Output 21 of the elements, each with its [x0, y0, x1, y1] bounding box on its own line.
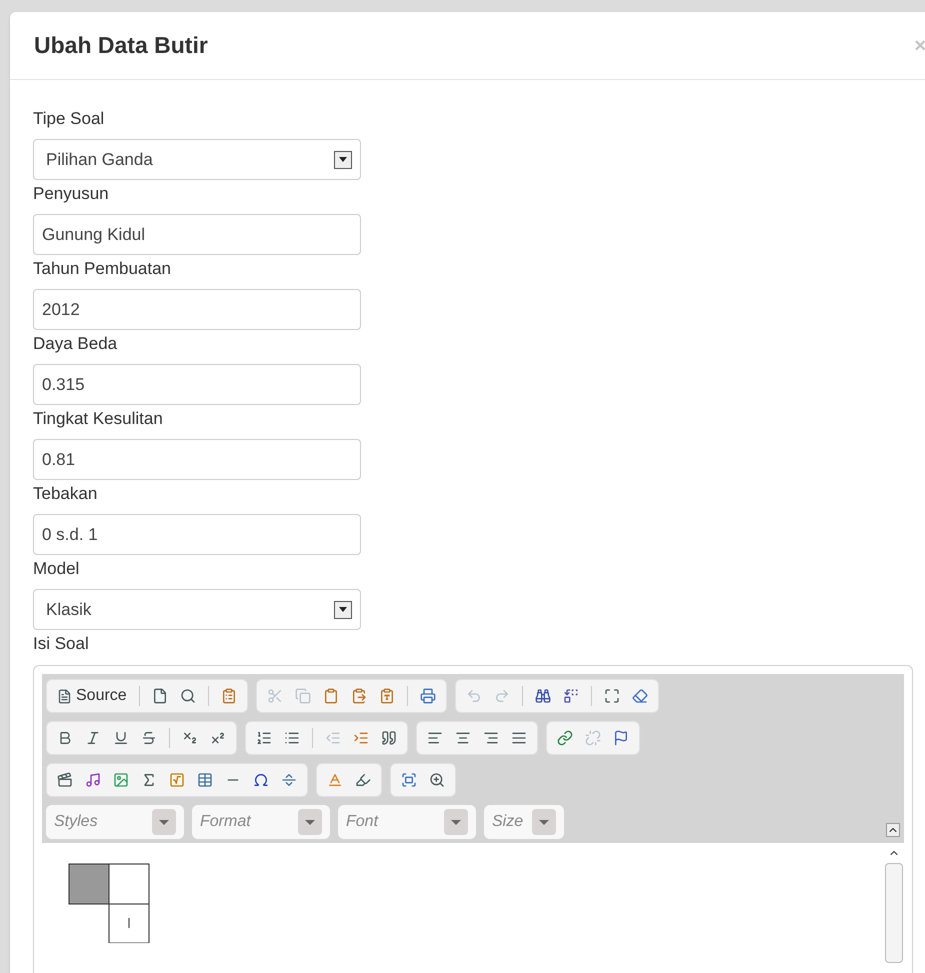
text-field[interactable]: 0 s.d. 1: [33, 514, 361, 555]
field-label: Isi Soal: [33, 633, 90, 655]
text-field[interactable]: 0.81: [33, 439, 361, 480]
field-label: Daya Beda: [33, 333, 118, 355]
field-label: Tingkat Kesulitan: [33, 408, 164, 430]
field-label: Tipe Soal: [33, 108, 106, 130]
field-label: Penyusun: [33, 183, 110, 205]
source-button[interactable]: Source: [53, 684, 131, 708]
dialog-title: Ubah Data Butir: [34, 31, 208, 60]
select-field[interactable]: Klasik: [33, 589, 361, 630]
text-field[interactable]: Gunung Kidul: [33, 214, 361, 255]
field-label: Model: [33, 558, 80, 580]
select-value: Pilihan Ganda: [46, 148, 153, 171]
document-icon: [57, 688, 72, 704]
select-value: Klasik: [46, 598, 92, 621]
field-label: Tebakan: [33, 483, 98, 505]
collapse-toolbar-icon[interactable]: [886, 823, 900, 837]
text-field[interactable]: 0.315: [33, 364, 361, 405]
text-field[interactable]: 2012: [33, 289, 361, 330]
select-field[interactable]: Pilihan Ganda: [33, 139, 361, 180]
field-label: Tahun Pembuatan: [33, 258, 172, 280]
